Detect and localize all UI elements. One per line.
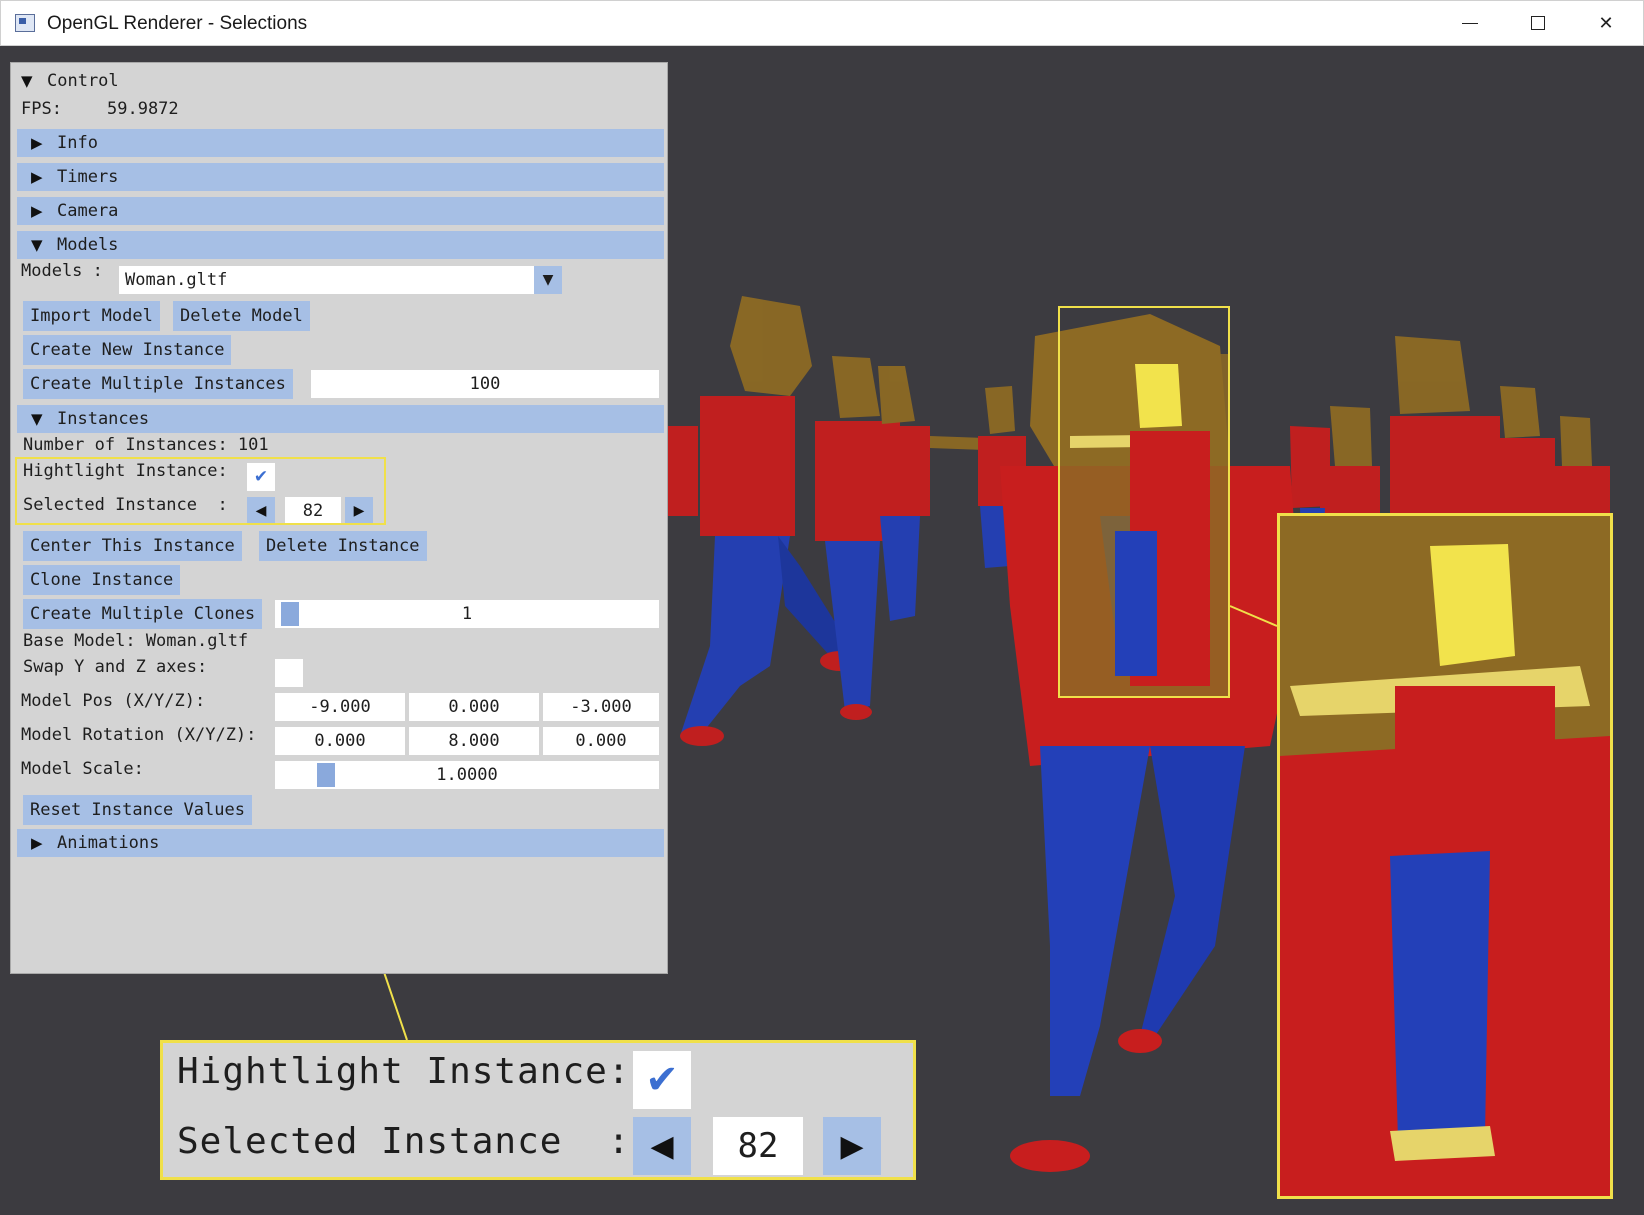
- maximize-icon: [1531, 16, 1545, 30]
- model-pos-label: Model Pos (X/Y/Z):: [21, 691, 206, 711]
- create-multiple-clones-button[interactable]: Create Multiple Clones: [23, 599, 263, 629]
- reset-instance-values-button[interactable]: Reset Instance Values: [23, 795, 252, 825]
- arrow-right-icon: ▶: [840, 1128, 864, 1164]
- minimize-button[interactable]: [1437, 1, 1503, 45]
- control-panel: ▼ Control FPS: 59.9872 ▶ Info ▶ Timers ▶ Cam…: [10, 62, 668, 974]
- section-info[interactable]: ▶ Info: [17, 129, 664, 157]
- multiple-instances-count-input[interactable]: 100: [311, 370, 659, 398]
- create-new-instance-button[interactable]: Create New Instance: [23, 335, 232, 365]
- zoom-callout: Hightlight Instance: ✔ Selected Instance…: [160, 1040, 916, 1180]
- maximize-button[interactable]: [1505, 1, 1571, 45]
- zoom-increment-button[interactable]: ▶: [823, 1117, 881, 1175]
- fps-value: 59.9872: [107, 99, 179, 119]
- delete-model-button[interactable]: Delete Model: [173, 301, 310, 331]
- create-multiple-instances-button[interactable]: Create Multiple Instances: [23, 369, 293, 399]
- section-camera[interactable]: ▶ Camera: [17, 197, 664, 225]
- model-pos-z-input[interactable]: -3.000: [543, 693, 659, 721]
- title-bar: OpenGL Renderer - Selections ✕: [0, 0, 1644, 46]
- zoom-inset: [1277, 513, 1613, 1199]
- collapse-triangle-icon: ▼: [31, 410, 43, 428]
- section-models[interactable]: ▼ Models: [17, 231, 664, 259]
- model-pos-y-input[interactable]: 0.000: [409, 693, 539, 721]
- minimize-icon: [1462, 22, 1478, 24]
- zoom-highlight-checkbox[interactable]: ✔: [633, 1051, 691, 1109]
- zoom-inset-render: [1280, 516, 1610, 1196]
- model-scale-label: Model Scale:: [21, 759, 144, 779]
- expand-triangle-icon: ▶: [31, 834, 43, 852]
- model-pos-x-input[interactable]: -9.000: [275, 693, 405, 721]
- clone-instance-button[interactable]: Clone Instance: [23, 565, 181, 595]
- section-instances[interactable]: ▼ Instances: [17, 405, 664, 433]
- selected-instance-outline: [1058, 306, 1230, 698]
- checkmark-icon: ✔: [645, 1057, 679, 1103]
- instance-count-label: Number of Instances: 101: [23, 435, 269, 455]
- section-timers[interactable]: ▶ Timers: [17, 163, 664, 191]
- clone-count-slider[interactable]: 1: [275, 600, 659, 628]
- close-icon: ✕: [1598, 12, 1614, 34]
- model-rot-y-input[interactable]: 8.000: [409, 727, 539, 755]
- model-scale-slider[interactable]: 1.0000: [275, 761, 659, 789]
- center-this-instance-button[interactable]: Center This Instance: [23, 531, 242, 561]
- control-panel-header[interactable]: ▼ Control: [21, 67, 119, 95]
- chevron-down-icon[interactable]: ▼: [534, 266, 562, 294]
- slider-handle[interactable]: [317, 763, 335, 787]
- section-animations[interactable]: ▶ Animations: [17, 829, 664, 857]
- import-model-button[interactable]: Import Model: [23, 301, 160, 331]
- close-button[interactable]: ✕: [1573, 1, 1639, 45]
- models-label: Models :: [21, 261, 103, 281]
- slider-handle[interactable]: [281, 602, 299, 626]
- zoom-highlight-label: Hightlight Instance:: [177, 1051, 631, 1092]
- window-title: OpenGL Renderer - Selections: [47, 13, 308, 34]
- base-model-label: Base Model: Woman.gltf: [23, 631, 249, 651]
- crowd-figure: [870, 366, 985, 621]
- model-rotation-label: Model Rotation (X/Y/Z):: [21, 725, 257, 745]
- app-icon: [15, 14, 35, 32]
- zoom-selected-value[interactable]: 82: [713, 1117, 803, 1175]
- collapse-triangle-icon: ▼: [31, 236, 43, 254]
- model-select[interactable]: Woman.gltf: [119, 266, 534, 294]
- model-rot-z-input[interactable]: 0.000: [543, 727, 659, 755]
- zoom-selected-label: Selected Instance :: [177, 1121, 631, 1162]
- expand-triangle-icon: ▶: [31, 168, 43, 186]
- delete-instance-button[interactable]: Delete Instance: [259, 531, 427, 561]
- model-rot-x-input[interactable]: 0.000: [275, 727, 405, 755]
- arrow-left-icon: ◀: [650, 1128, 674, 1164]
- zoom-decrement-button[interactable]: ◀: [633, 1117, 691, 1175]
- expand-triangle-icon: ▶: [31, 134, 43, 152]
- collapse-triangle-icon: ▼: [21, 72, 33, 90]
- swap-axes-checkbox[interactable]: [275, 659, 303, 687]
- highlight-selection-outline: [15, 457, 386, 525]
- swap-axes-label: Swap Y and Z axes:: [23, 657, 208, 677]
- fps-label: FPS:: [21, 99, 62, 119]
- expand-triangle-icon: ▶: [31, 202, 43, 220]
